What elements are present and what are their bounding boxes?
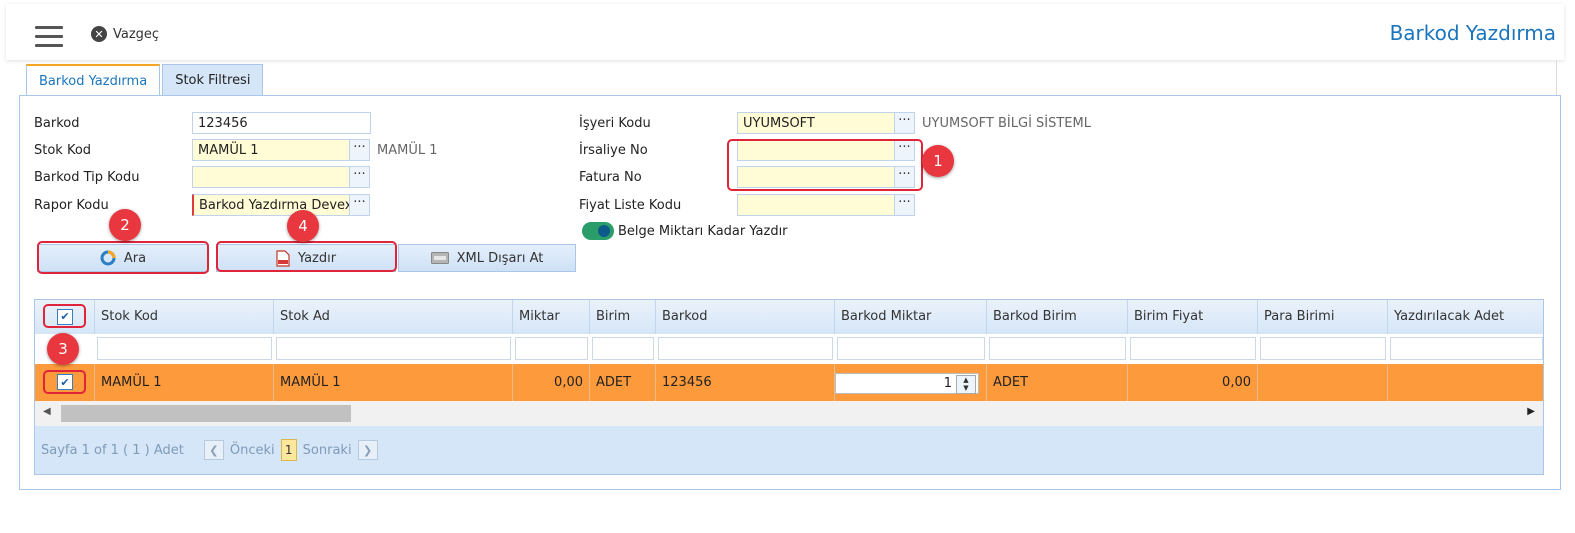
rapor-kodu-field[interactable]: Barkod Yazdırma Devex — [192, 194, 350, 216]
stok-kod-description: MAMÜL 1 — [377, 143, 438, 158]
top-bar: ✕ Vazgeç Barkod Yazdırma — [6, 4, 1564, 60]
belge-miktari-toggle[interactable] — [582, 222, 614, 240]
annotation-marker-2: 2 — [109, 209, 141, 241]
filter-barkod-input[interactable] — [658, 337, 833, 360]
isyeri-kodu-field[interactable]: UYUMSOFT — [737, 112, 895, 134]
tab-bar: Barkod Yazdırma Stok Filtresi — [26, 64, 265, 97]
cell-stok-ad: MAMÜL 1 — [274, 364, 513, 401]
stok-kod-field[interactable]: MAMÜL 1 — [192, 139, 350, 161]
filter-birim-fiyat-input[interactable] — [1130, 337, 1256, 360]
prev-page-button[interactable]: Önceki — [230, 443, 275, 458]
cell-barkod-birim: ADET — [987, 364, 1128, 401]
next-page-button[interactable]: Sonraki — [303, 443, 352, 458]
cancel-label: Vazgeç — [113, 26, 160, 42]
xml-icon — [430, 252, 449, 264]
belge-miktari-label: Belge Miktarı Kadar Yazdır — [618, 224, 788, 239]
fiyat-liste-kodu-field[interactable] — [737, 194, 895, 216]
annotation-box-3a — [43, 304, 86, 328]
barkod-tip-kodu-label: Barkod Tip Kodu — [34, 170, 140, 185]
xml-export-button[interactable]: XML Dışarı At — [398, 244, 576, 272]
annotation-marker-1: 1 — [922, 145, 954, 177]
annotation-marker-4: 4 — [287, 210, 319, 242]
rapor-kodu-label: Rapor Kodu — [34, 198, 109, 213]
hamburger-menu-icon[interactable] — [35, 26, 63, 48]
fiyat-liste-kodu-label: Fiyat Liste Kodu — [579, 198, 682, 213]
cell-barkod: 123456 — [656, 364, 835, 401]
column-header-miktar[interactable]: Miktar — [513, 300, 590, 334]
column-header-para-birimi[interactable]: Para Birimi — [1258, 300, 1388, 334]
annotation-marker-3: 3 — [47, 333, 79, 365]
results-grid: ✔ Stok Kod Stok Ad Miktar Birim Barkod B… — [34, 299, 1544, 475]
cell-yazdirilacak-adet — [1388, 364, 1543, 401]
page-title: Barkod Yazdırma — [1389, 21, 1556, 45]
next-page-icon[interactable]: ❯ — [357, 440, 378, 460]
fiyat-liste-kodu-lookup-button[interactable]: ··· — [894, 194, 915, 216]
stok-kod-lookup-button[interactable]: ··· — [349, 139, 370, 161]
column-header-birim[interactable]: Birim — [590, 300, 656, 334]
column-header-barkod[interactable]: Barkod — [656, 300, 835, 334]
xml-export-label: XML Dışarı At — [456, 250, 544, 266]
filter-barkod-birim-input[interactable] — [989, 337, 1126, 360]
filter-stok-ad-input[interactable] — [276, 337, 511, 360]
annotation-box-1 — [727, 139, 923, 191]
scroll-right-icon[interactable]: ▶ — [1527, 406, 1535, 417]
scrollbar-thumb[interactable] — [61, 405, 351, 422]
horizontal-scrollbar[interactable]: ◀ ▶ — [35, 401, 1543, 426]
irsaliye-no-label: İrsaliye No — [579, 143, 648, 158]
filter-barkod-miktar-input[interactable] — [837, 337, 985, 360]
scroll-left-icon[interactable]: ◀ — [43, 406, 51, 417]
isyeri-kodu-description: UYUMSOFT BİLGİ SİSTEML — [922, 116, 1091, 131]
annotation-box-4 — [216, 241, 397, 272]
annotation-box-3b — [43, 370, 86, 394]
column-header-stok-kod[interactable]: Stok Kod — [95, 300, 274, 334]
tab-barkod-yazdirma[interactable]: Barkod Yazdırma — [26, 64, 161, 97]
isyeri-kodu-lookup-button[interactable]: ··· — [894, 112, 915, 134]
prev-page-icon[interactable]: ❮ — [203, 440, 224, 460]
column-header-birim-fiyat[interactable]: Birim Fiyat — [1128, 300, 1258, 334]
filter-miktar-input[interactable] — [515, 337, 588, 360]
pager: Sayfa 1 of 1 ( 1 ) Adet ❮ Önceki 1 Sonra… — [35, 426, 1543, 474]
barkod-miktar-value: 1 — [943, 376, 952, 391]
cancel-button[interactable]: ✕ Vazgeç — [91, 26, 159, 42]
close-icon: ✕ — [91, 26, 107, 42]
cell-miktar: 0,00 — [513, 364, 590, 401]
barkod-tip-kodu-lookup-button[interactable]: ··· — [349, 166, 370, 188]
column-header-barkod-miktar[interactable]: Barkod Miktar — [835, 300, 987, 334]
barkod-label: Barkod — [34, 116, 80, 131]
table-row[interactable]: ✔ MAMÜL 1 MAMÜL 1 0,00 ADET 123456 ADET … — [35, 364, 1543, 401]
cell-birim-fiyat: 0,00 — [1128, 364, 1258, 401]
grid-header: ✔ Stok Kod Stok Ad Miktar Birim Barkod B… — [35, 300, 1543, 335]
spinner-arrows-icon[interactable]: ▲ ▼ — [956, 375, 976, 394]
barkod-field[interactable]: 123456 — [192, 112, 371, 134]
cell-birim: ADET — [590, 364, 656, 401]
tab-stok-filtresi[interactable]: Stok Filtresi — [162, 64, 264, 95]
filter-birim-input[interactable] — [592, 337, 654, 360]
toggle-knob — [598, 225, 610, 237]
filter-row — [35, 334, 1543, 365]
annotation-box-2 — [37, 241, 209, 274]
fatura-no-label: Fatura No — [579, 170, 642, 185]
filter-stok-kod-input[interactable] — [97, 337, 272, 360]
cell-stok-kod: MAMÜL 1 — [95, 364, 274, 401]
column-header-stok-ad[interactable]: Stok Ad — [274, 300, 513, 334]
rapor-kodu-lookup-button[interactable]: ··· — [349, 194, 370, 216]
isyeri-kodu-label: İşyeri Kodu — [579, 116, 651, 131]
stok-kod-label: Stok Kod — [34, 143, 92, 158]
filter-para-birimi-input[interactable] — [1260, 337, 1386, 360]
column-header-barkod-birim[interactable]: Barkod Birim — [987, 300, 1128, 334]
barkod-tip-kodu-field[interactable] — [192, 166, 350, 188]
filter-yazdirilacak-adet-input[interactable] — [1390, 337, 1543, 360]
pager-summary: Sayfa 1 of 1 ( 1 ) Adet — [41, 442, 184, 458]
column-header-yazdirilacak-adet[interactable]: Yazdırılacak Adet — [1388, 300, 1543, 334]
page-number-button[interactable]: 1 — [280, 439, 297, 461]
barkod-miktar-spinner[interactable]: 1 ▲ ▼ — [835, 373, 979, 394]
cell-para-birimi — [1258, 364, 1388, 401]
